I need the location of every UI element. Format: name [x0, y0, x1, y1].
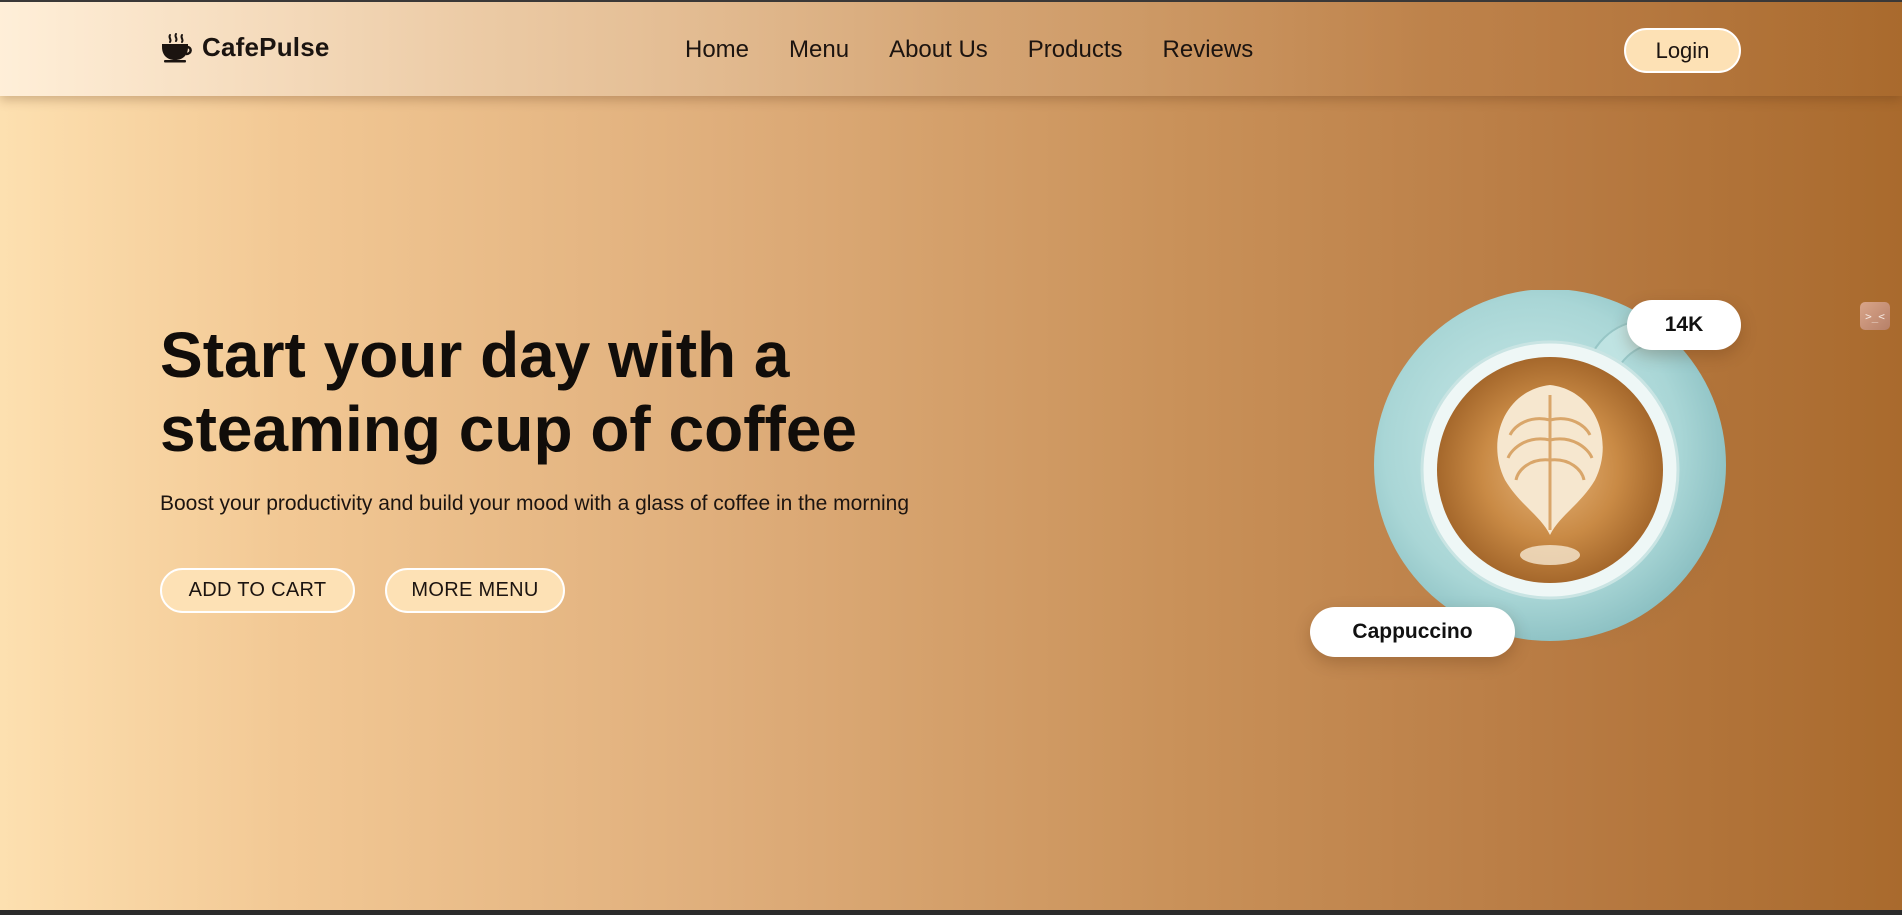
nav-item-reviews[interactable]: Reviews — [1163, 36, 1254, 64]
nav-item-home[interactable]: Home — [685, 36, 749, 64]
terminal-icon[interactable]: >_< — [1860, 302, 1890, 330]
hero-title: Start your day with a steaming cup of co… — [160, 318, 960, 466]
hero-title-line-2: steaming cup of coffee — [160, 393, 857, 465]
hero-title-line-1: Start your day with a — [160, 319, 790, 391]
main-nav: Home Menu About Us Products Reviews — [685, 36, 1253, 64]
nav-item-about-us[interactable]: About Us — [889, 36, 988, 64]
site-header: CafePulse Home Menu About Us Products Re… — [0, 2, 1902, 96]
login-button[interactable]: Login — [1624, 28, 1741, 73]
side-widget-glyph: >_< — [1865, 309, 1885, 323]
product-name-badge: Cappuccino — [1310, 607, 1515, 657]
nav-item-menu[interactable]: Menu — [789, 36, 849, 64]
brand-name: CafePulse — [202, 32, 330, 62]
hero-subtitle: Boost your productivity and build your m… — [160, 492, 910, 515]
brand-logo[interactable]: CafePulse — [160, 32, 330, 63]
coffee-cup-icon — [162, 32, 192, 62]
page: CafePulse Home Menu About Us Products Re… — [0, 0, 1902, 910]
more-menu-button[interactable]: MORE MENU — [385, 568, 565, 613]
add-to-cart-button[interactable]: ADD TO CART — [160, 568, 355, 613]
nav-item-products[interactable]: Products — [1028, 36, 1123, 64]
count-badge: 14K — [1627, 300, 1741, 350]
